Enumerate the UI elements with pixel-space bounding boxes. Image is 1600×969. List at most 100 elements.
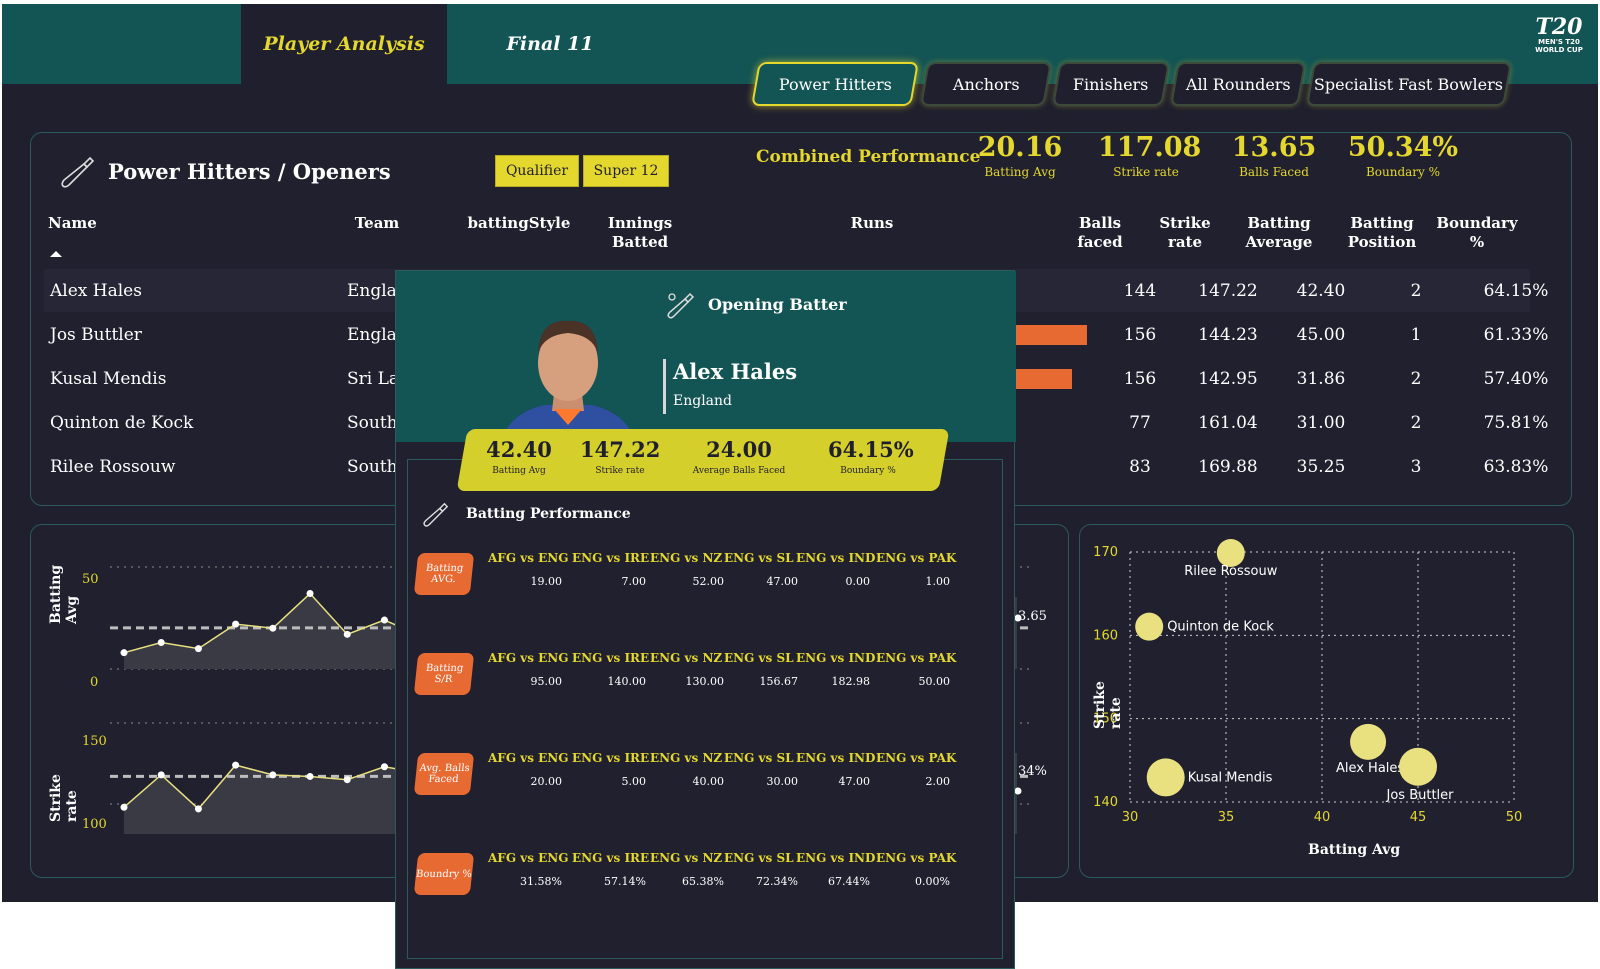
tooltip-header bbox=[396, 271, 1016, 442]
match-header: ENG vs SL bbox=[724, 751, 794, 765]
match-header: ENG vs IRE bbox=[572, 751, 650, 765]
sr-point bbox=[157, 771, 165, 779]
metric-value: 0.00% bbox=[915, 875, 950, 888]
metric-value: 130.00 bbox=[685, 675, 725, 688]
sr-point bbox=[194, 805, 202, 813]
match-header: ENG vs NZ bbox=[650, 751, 723, 765]
metric-value: 47.00 bbox=[766, 575, 799, 588]
tooltip-stat-avg: 42.40 Batting Avg bbox=[486, 437, 552, 476]
match-header: ENG vs IND bbox=[796, 751, 876, 765]
metric-value: 57.14% bbox=[604, 875, 646, 888]
match-header: AFG vs ENG bbox=[488, 751, 569, 765]
bubble-xtick: 40 bbox=[1314, 810, 1331, 825]
metric-value: 47.00 bbox=[838, 775, 871, 788]
match-header: ENG vs SL bbox=[724, 651, 794, 665]
metric-value: 5.00 bbox=[621, 775, 647, 788]
match-header: ENG vs IND bbox=[796, 651, 876, 665]
bubble-xlabel: Batting Avg bbox=[1308, 842, 1401, 858]
match-header: ENG vs NZ bbox=[650, 851, 723, 865]
match-header: ENG vs IND bbox=[796, 551, 876, 565]
match-header: ENG vs SL bbox=[724, 851, 794, 865]
metric-value: 20.00 bbox=[530, 775, 563, 788]
metric-value: 67.44% bbox=[828, 875, 870, 888]
bubble-label: Rilee Rossouw bbox=[1184, 564, 1278, 579]
match-header: ENG vs PAK bbox=[876, 751, 957, 765]
match-header: ENG vs NZ bbox=[650, 651, 723, 665]
line-sr-edge-label: 34% bbox=[1018, 764, 1047, 779]
sr-point bbox=[343, 776, 351, 784]
metric-value: 0.00 bbox=[845, 575, 871, 588]
bubble-xtick: 35 bbox=[1218, 810, 1235, 825]
bubble-point bbox=[1216, 539, 1245, 567]
sr-point bbox=[380, 763, 388, 771]
metric-label: Avg. Balls Faced bbox=[413, 753, 475, 795]
bubble-point bbox=[1399, 747, 1437, 786]
match-header: ENG vs IND bbox=[796, 851, 876, 865]
bubble-chart: 30 35 40 45 50170160150140Rilee RossouwQuint… bbox=[1093, 539, 1523, 825]
tooltip-player-name: Alex Hales bbox=[673, 359, 798, 384]
cricket-bat-icon bbox=[423, 502, 449, 527]
player-tooltip: Opening Batter Alex Hales England 42.40 B… bbox=[395, 270, 1016, 969]
metric-value: 50.00 bbox=[918, 675, 951, 688]
player-photo bbox=[500, 320, 636, 442]
avg-point bbox=[269, 624, 277, 632]
avg-point bbox=[157, 638, 165, 646]
match-header: AFG vs ENG bbox=[488, 551, 569, 565]
metric-value: 19.00 bbox=[530, 575, 563, 588]
bubble-label: Alex Hales bbox=[1336, 761, 1404, 776]
batting-performance-title: Batting Performance bbox=[466, 506, 631, 522]
match-header: ENG vs PAK bbox=[876, 651, 957, 665]
metric-value: 156.67 bbox=[759, 675, 799, 688]
bubble-point bbox=[1350, 723, 1387, 760]
sr-point bbox=[269, 771, 277, 779]
match-header: AFG vs ENG bbox=[488, 651, 569, 665]
bubble-ytick: 170 bbox=[1093, 545, 1118, 560]
metric-value: 52.00 bbox=[692, 575, 725, 588]
metric-label: Batting S/R bbox=[413, 653, 475, 695]
avg-point bbox=[194, 645, 202, 653]
match-header: ENG vs IRE bbox=[572, 851, 650, 865]
bubble-xtick: 45 bbox=[1410, 810, 1427, 825]
bubble-xtick: 30 bbox=[1122, 810, 1139, 825]
metric-value: 140.00 bbox=[607, 675, 647, 688]
metric-value: 7.00 bbox=[621, 575, 647, 588]
sr-point bbox=[232, 761, 240, 769]
metric-value: 95.00 bbox=[530, 675, 563, 688]
match-header: ENG vs IRE bbox=[572, 551, 650, 565]
avg-point bbox=[306, 590, 314, 598]
tooltip-stat-sr: 147.22 Strike rate bbox=[580, 437, 661, 476]
match-header: AFG vs ENG bbox=[488, 851, 569, 865]
avg-point bbox=[380, 616, 388, 624]
metric-value: 65.38% bbox=[682, 875, 724, 888]
bubble-label: Quinton de Kock bbox=[1167, 620, 1274, 635]
bubble-ytick: 140 bbox=[1093, 795, 1118, 810]
match-header: ENG vs NZ bbox=[650, 551, 723, 565]
avg-point bbox=[343, 630, 351, 638]
metric-value: 30.00 bbox=[766, 775, 799, 788]
match-header: ENG vs IRE bbox=[572, 651, 650, 665]
match-header: ENG vs PAK bbox=[876, 551, 957, 565]
tooltip-stat-balls: 24.00 Average Balls Faced bbox=[692, 437, 786, 476]
avg-point bbox=[120, 649, 128, 657]
avg-point bbox=[232, 620, 240, 628]
bubble-xtick: 50 bbox=[1506, 810, 1523, 825]
metric-value: 182.98 bbox=[831, 675, 871, 688]
tooltip-divider bbox=[663, 359, 666, 414]
tooltip-role: Opening Batter bbox=[708, 295, 847, 314]
metric-value: 40.00 bbox=[692, 775, 725, 788]
sr-point bbox=[1014, 787, 1022, 795]
metric-value: 2.00 bbox=[925, 775, 951, 788]
match-header: ENG vs SL bbox=[724, 551, 794, 565]
metric-value: 72.34% bbox=[756, 875, 798, 888]
tooltip-country: England bbox=[673, 393, 733, 409]
metric-label: Batting AVG. bbox=[413, 553, 475, 595]
tooltip-stat-boundary: 64.15% Boundary % bbox=[828, 437, 914, 476]
metric-label: Boundry % bbox=[413, 853, 475, 895]
bubble-point bbox=[1146, 758, 1185, 797]
bubble-label: Jos Buttler bbox=[1386, 788, 1455, 803]
cricket-bat-icon bbox=[667, 292, 695, 319]
bubble-ylabel: Strike rate bbox=[1092, 681, 1124, 729]
line-avg-edge-label: 3.65 bbox=[1018, 609, 1047, 624]
bubble-ytick: 160 bbox=[1093, 628, 1118, 643]
metric-value: 31.58% bbox=[520, 875, 562, 888]
